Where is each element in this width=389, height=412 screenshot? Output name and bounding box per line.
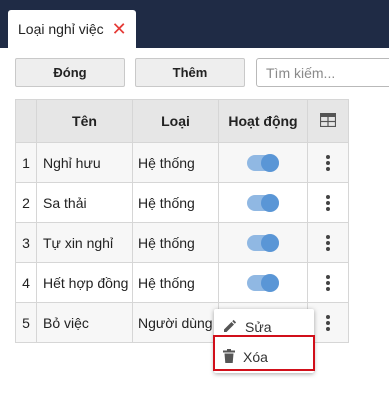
row-index: 3 <box>15 222 37 263</box>
toggle-knob <box>261 274 279 293</box>
row-active <box>218 222 308 263</box>
active-toggle[interactable] <box>247 274 279 293</box>
edit-label: Sửa <box>245 319 272 335</box>
row-name: Bỏ việc <box>36 302 133 343</box>
row-name: Nghỉ hưu <box>36 142 133 183</box>
delete-menu-item[interactable]: Xóa <box>214 342 314 372</box>
row-type: Hệ thống <box>132 142 219 183</box>
row-type: Người dùng <box>132 302 219 343</box>
trash-icon <box>223 348 235 366</box>
row-active <box>218 142 308 183</box>
row-name: Hết hợp đồng <box>36 262 133 303</box>
row-index: 4 <box>15 262 37 303</box>
table-row[interactable]: 1 Nghỉ hưu Hệ thống <box>15 142 349 183</box>
row-name: Tự xin nghỉ <box>36 222 133 263</box>
row-active <box>218 262 308 303</box>
row-type: Hệ thống <box>132 262 219 303</box>
table-row[interactable]: 3 Tự xin nghỉ Hệ thống <box>15 222 349 263</box>
toggle-knob <box>261 194 279 213</box>
header-type[interactable]: Loại <box>132 99 219 143</box>
row-actions <box>307 182 349 223</box>
row-type: Hệ thống <box>132 222 219 263</box>
pencil-icon <box>223 319 237 336</box>
add-button[interactable]: Thêm <box>135 58 245 87</box>
tab-loai-nghi-viec[interactable]: Loại nghỉ việc ✕ <box>8 10 136 48</box>
close-icon[interactable]: ✕ <box>112 20 127 38</box>
header-index <box>15 99 37 143</box>
toggle-knob <box>261 154 279 173</box>
header-columns[interactable] <box>307 99 349 143</box>
row-index: 5 <box>15 302 37 343</box>
header-active[interactable]: Hoạt động <box>218 99 308 143</box>
header-name[interactable]: Tên <box>36 99 133 143</box>
edit-menu-item[interactable]: Sửa <box>214 312 314 342</box>
more-vertical-icon[interactable] <box>326 233 330 253</box>
top-bar: Loại nghỉ việc ✕ <box>0 0 389 48</box>
toggle-knob <box>261 234 279 253</box>
table-row[interactable]: 4 Hết hợp đồng Hệ thống <box>15 262 349 303</box>
row-active <box>218 182 308 223</box>
active-toggle[interactable] <box>247 154 279 173</box>
more-vertical-icon[interactable] <box>326 313 330 333</box>
row-index: 2 <box>15 182 37 223</box>
table-columns-icon[interactable] <box>319 112 337 130</box>
table-header-row: Tên Loại Hoạt động <box>15 99 349 143</box>
row-actions <box>307 142 349 183</box>
active-toggle[interactable] <box>247 234 279 253</box>
row-context-menu: Sửa Xóa <box>214 309 314 373</box>
row-index: 1 <box>15 142 37 183</box>
more-vertical-icon[interactable] <box>326 273 330 293</box>
close-button[interactable]: Đóng <box>15 58 125 87</box>
row-actions <box>307 222 349 263</box>
more-vertical-icon[interactable] <box>326 153 330 173</box>
row-name: Sa thải <box>36 182 133 223</box>
tab-label: Loại nghỉ việc <box>18 21 104 37</box>
more-vertical-icon[interactable] <box>326 193 330 213</box>
table-row[interactable]: 2 Sa thải Hệ thống <box>15 182 349 223</box>
delete-label: Xóa <box>243 349 268 365</box>
row-actions <box>307 262 349 303</box>
search-input[interactable] <box>256 58 389 87</box>
row-type: Hệ thống <box>132 182 219 223</box>
active-toggle[interactable] <box>247 194 279 213</box>
toolbar: Đóng Thêm <box>15 58 389 88</box>
data-table: Tên Loại Hoạt động 1 Nghỉ hưu Hệ thống 2 Sa … <box>15 99 349 343</box>
